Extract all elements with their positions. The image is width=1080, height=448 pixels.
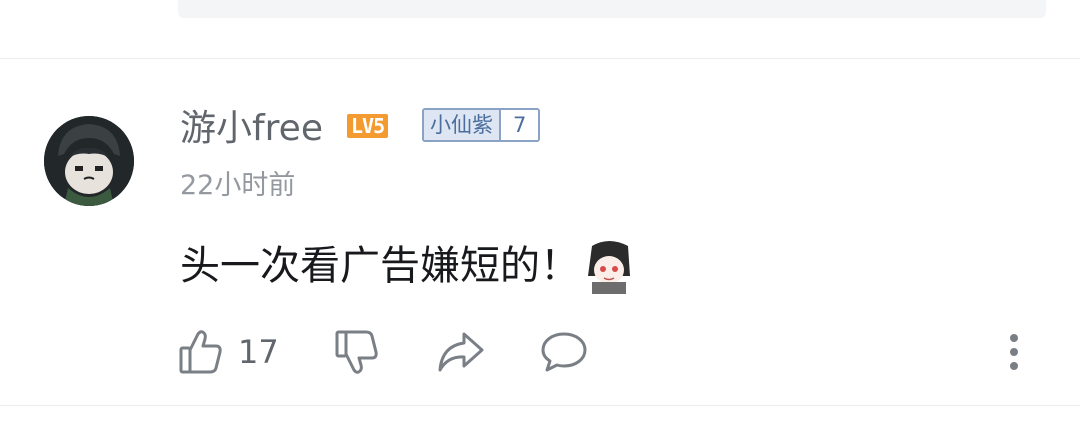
comment-text: 头一次看广告嫌短的！ — [180, 243, 580, 289]
divider — [0, 405, 1080, 406]
like-count: 17 — [238, 333, 279, 371]
timestamp: 22小时前 — [180, 170, 296, 201]
comment-body[interactable]: 头一次看广告嫌短的！ — [180, 238, 634, 294]
avatar-image — [44, 116, 134, 206]
like-button[interactable]: 17 — [178, 326, 279, 378]
username[interactable]: 游小free — [180, 104, 323, 154]
vertical-dots-icon — [1004, 330, 1024, 374]
dislike-button[interactable] — [334, 326, 380, 378]
thumbs-down-icon — [334, 328, 380, 376]
thumbs-up-icon — [178, 328, 224, 376]
level-badge: LV5 — [347, 114, 389, 138]
divider — [0, 58, 1080, 59]
sticker-emote-icon — [584, 236, 634, 296]
speech-bubble-icon — [540, 330, 588, 374]
share-button[interactable] — [436, 326, 486, 378]
reply-button[interactable] — [540, 326, 588, 378]
avatar[interactable] — [44, 116, 134, 206]
medal-name: 小仙紫 — [424, 110, 499, 140]
previous-comment-reply-strip — [178, 0, 1046, 18]
share-arrow-icon — [436, 330, 486, 374]
medal-level: 7 — [499, 110, 539, 140]
more-options-button[interactable] — [1004, 326, 1024, 378]
fan-medal[interactable]: 小仙紫 7 — [422, 108, 541, 142]
